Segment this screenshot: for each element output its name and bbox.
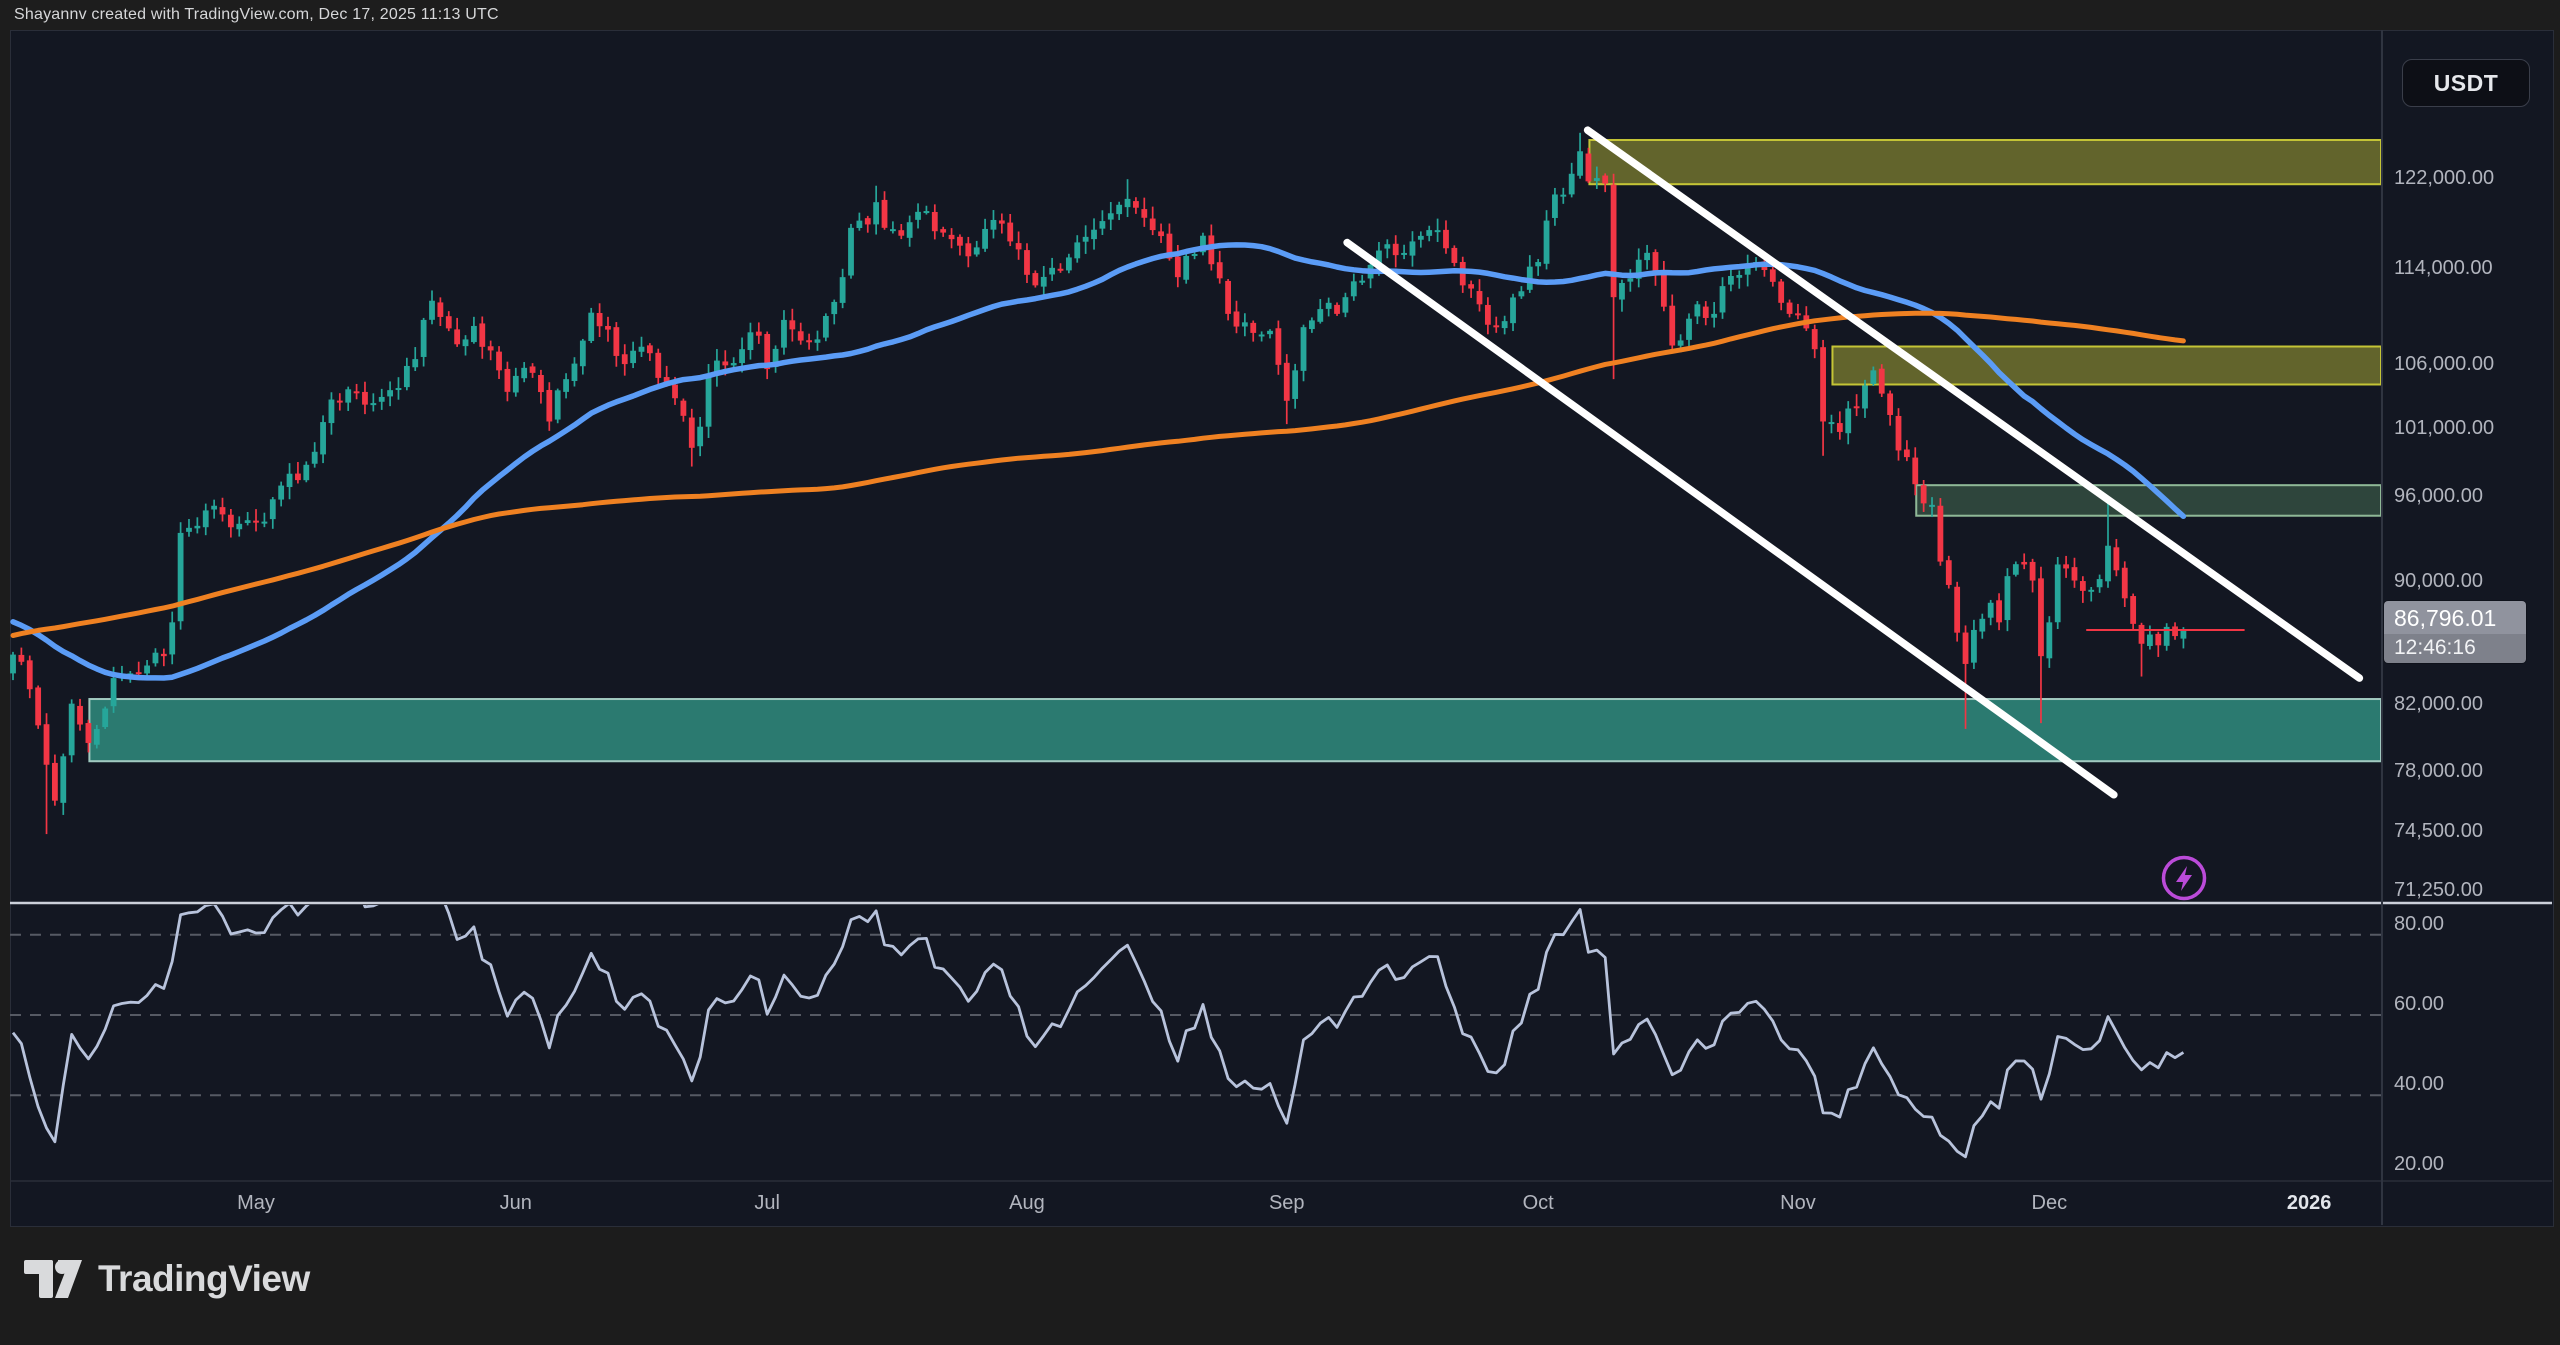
- price-tick-101000: 101,000.00: [2394, 417, 2494, 440]
- price-tick-71250: 71,250.00: [2394, 879, 2483, 902]
- month-label-may: May: [216, 1192, 296, 1215]
- price-tick-74500: 74,500.00: [2394, 820, 2483, 843]
- bar-countdown: 12:46:16: [2384, 634, 2526, 663]
- quote-currency-badge[interactable]: USDT: [2402, 59, 2530, 107]
- price-tick-96000: 96,000.00: [2394, 485, 2483, 508]
- price-tick-122000: 122,000.00: [2394, 167, 2494, 190]
- rsi-line: [13, 860, 2183, 1157]
- tradingview-published-chart: { "topbar": {"attribution": "Shayannv cr…: [0, 0, 2560, 1345]
- tradingview-logo-icon: [24, 1256, 84, 1302]
- rsi-tick-20: 20.00: [2394, 1153, 2444, 1176]
- month-label-jul: Jul: [727, 1192, 807, 1215]
- supply-zone-ath: [1588, 139, 2382, 185]
- demand-zone: [88, 698, 2382, 762]
- month-label-dec: Dec: [2009, 1192, 2089, 1215]
- tradingview-logo[interactable]: TradingView: [24, 1256, 310, 1302]
- rsi-tick-40: 40.00: [2394, 1073, 2444, 1096]
- tradingview-logo-text: TradingView: [98, 1258, 310, 1300]
- month-label-jun: Jun: [476, 1192, 556, 1215]
- price-tick-82000: 82,000.00: [2394, 693, 2483, 716]
- quote-currency-label: USDT: [2434, 70, 2499, 97]
- month-label-aug: Aug: [987, 1192, 1067, 1215]
- month-label-nov: Nov: [1758, 1192, 1838, 1215]
- rsi-tick-60: 60.00: [2394, 993, 2444, 1016]
- price-chart-canvas[interactable]: [10, 30, 2552, 1225]
- year-label: 2026: [2269, 1192, 2349, 1215]
- price-tick-90000: 90,000.00: [2394, 570, 2483, 593]
- price-tick-114000: 114,000.00: [2394, 257, 2493, 280]
- rsi-tick-80: 80.00: [2394, 913, 2444, 936]
- price-tick-106000: 106,000.00: [2394, 353, 2494, 376]
- month-label-sep: Sep: [1247, 1192, 1327, 1215]
- last-price-axis-label[interactable]: 86,796.01 12:46:16: [2384, 601, 2526, 663]
- downtrend-line-main[interactable]: [1588, 130, 2360, 678]
- resistance-zone: [1915, 484, 2382, 517]
- lightning-button[interactable]: [2164, 858, 2205, 899]
- attribution-text: Shayannv created with TradingView.com, D…: [14, 6, 499, 24]
- price-tick-78000: 78,000.00: [2394, 760, 2483, 783]
- last-price-value: 86,796.01: [2384, 601, 2526, 634]
- month-label-oct: Oct: [1498, 1192, 1578, 1215]
- attribution-bar: Shayannv created with TradingView.com, D…: [0, 0, 2560, 30]
